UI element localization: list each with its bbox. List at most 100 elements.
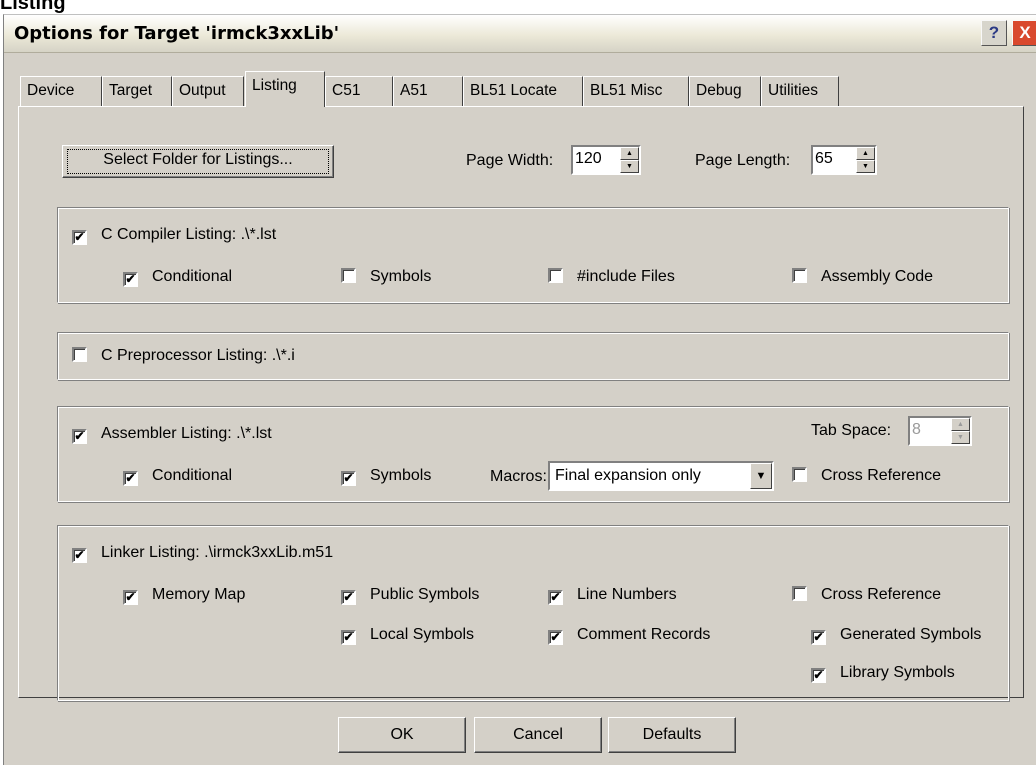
check-icon: ✔: [811, 630, 826, 645]
tab-device[interactable]: Device: [20, 76, 102, 106]
listing-panel: Select Folder for Listings... Page Width…: [18, 106, 1024, 701]
unchecked-box: [341, 268, 356, 283]
page-width-down-arrow-icon[interactable]: ▼: [620, 160, 639, 173]
cancel-button[interactable]: Cancel: [474, 717, 602, 753]
lnk-library-symbols-checkbox[interactable]: ✔ Library Symbols: [811, 664, 955, 683]
c-preprocessor-group: C Preprocessor Listing: .\*.i: [57, 332, 1009, 380]
lnk-memory-map-checkbox[interactable]: ✔ Memory Map: [123, 586, 245, 605]
page-width-value: 120: [575, 150, 602, 167]
linker-listing-label: Linker Listing: .\irmck3xxLib.m51: [101, 544, 334, 561]
asm-cross-reference-label: Cross Reference: [821, 467, 942, 484]
title-bar: Options for Target 'irmck3xxLib' ? X: [4, 15, 1036, 53]
page-length-up-arrow-icon[interactable]: ▲: [856, 147, 875, 160]
check-icon: ✔: [341, 471, 356, 486]
tab-space-up-arrow-icon[interactable]: ▲: [951, 418, 970, 431]
lnk-local-symbols-checkbox[interactable]: ✔ Local Symbols: [341, 626, 474, 645]
window-title: Options for Target 'irmck3xxLib': [14, 23, 340, 44]
unchecked-box: [792, 467, 807, 482]
defaults-button[interactable]: Defaults: [608, 717, 736, 753]
assembler-listing-checkbox[interactable]: ✔ Assembler Listing: .\*.lst: [72, 425, 272, 444]
lnk-line-numbers-checkbox[interactable]: ✔ Line Numbers: [548, 586, 677, 605]
close-button[interactable]: X: [1012, 20, 1036, 46]
dropdown-arrow-icon[interactable]: ▼: [750, 463, 772, 489]
check-icon: ✔: [811, 668, 826, 683]
cc-include-files-checkbox[interactable]: #include Files: [548, 268, 675, 286]
cc-conditional-checkbox[interactable]: ✔ Conditional: [123, 268, 232, 287]
assembler-group: ✔ Assembler Listing: .\*.lst Tab Space: 8…: [57, 406, 1009, 502]
lnk-comment-records-checkbox[interactable]: ✔ Comment Records: [548, 626, 710, 645]
tab-utilities[interactable]: Utilities: [761, 76, 839, 106]
page-length-label: Page Length:: [695, 152, 791, 169]
tab-space-label: Tab Space:: [811, 422, 892, 439]
select-folder-label: Select Folder for Listings...: [67, 149, 329, 174]
tab-space-spinner[interactable]: 8 ▲ ▼: [908, 416, 972, 446]
tab-c51[interactable]: C51: [325, 76, 393, 106]
tab-bl51-locate[interactable]: BL51 Locate: [463, 76, 583, 106]
lnk-generated-symbols-checkbox[interactable]: ✔ Generated Symbols: [811, 626, 981, 645]
help-button[interactable]: ?: [981, 20, 1007, 46]
ok-button[interactable]: OK: [338, 717, 466, 753]
c-compiler-listing-checkbox[interactable]: ✔ C Compiler Listing: .\*.lst: [72, 226, 276, 245]
cc-include-files-label: #include Files: [577, 268, 675, 285]
asm-symbols-checkbox[interactable]: ✔ Symbols: [341, 467, 431, 486]
check-icon: ✔: [72, 429, 87, 444]
page-heading: Listing: [0, 0, 66, 14]
tab-target[interactable]: Target: [102, 76, 172, 106]
tab-debug[interactable]: Debug: [689, 76, 761, 106]
lnk-cross-reference-checkbox[interactable]: Cross Reference: [792, 586, 941, 604]
check-icon: ✔: [123, 272, 138, 287]
tab-a51[interactable]: A51: [393, 76, 463, 106]
asm-conditional-checkbox[interactable]: ✔ Conditional: [123, 467, 232, 486]
options-dialog: Options for Target 'irmck3xxLib' ? X Dev…: [3, 14, 1036, 765]
lnk-public-symbols-checkbox[interactable]: ✔ Public Symbols: [341, 586, 479, 605]
unchecked-box: [792, 586, 807, 601]
check-icon: ✔: [72, 548, 87, 563]
tab-output[interactable]: Output: [172, 76, 244, 106]
cc-symbols-checkbox[interactable]: Symbols: [341, 268, 431, 286]
lnk-line-numbers-label: Line Numbers: [577, 586, 677, 603]
unchecked-box: [792, 268, 807, 283]
cc-conditional-label: Conditional: [152, 268, 233, 285]
lnk-comment-records-label: Comment Records: [577, 626, 711, 643]
unchecked-box: [72, 347, 87, 362]
page-width-label: Page Width:: [466, 152, 554, 169]
macros-value: Final expansion only: [555, 467, 701, 484]
lnk-cross-reference-label: Cross Reference: [821, 586, 942, 603]
tab-space-down-arrow-icon[interactable]: ▼: [951, 431, 970, 444]
c-compiler-listing-label: C Compiler Listing: .\*.lst: [101, 226, 277, 243]
c-compiler-group: ✔ C Compiler Listing: .\*.lst ✔ Conditiona…: [57, 207, 1009, 303]
asm-cross-reference-checkbox[interactable]: Cross Reference: [792, 467, 941, 485]
c-preprocessor-listing-checkbox[interactable]: C Preprocessor Listing: .\*.i: [72, 347, 295, 365]
page-length-value: 65: [815, 150, 833, 167]
page-width-spinner[interactable]: 120 ▲ ▼: [571, 145, 641, 175]
lnk-library-symbols-label: Library Symbols: [840, 664, 955, 681]
macros-label: Macros:: [490, 468, 547, 485]
tab-bl51-misc[interactable]: BL51 Misc: [583, 76, 689, 106]
linker-listing-checkbox[interactable]: ✔ Linker Listing: .\irmck3xxLib.m51: [72, 544, 333, 563]
check-icon: ✔: [548, 590, 563, 605]
check-icon: ✔: [72, 230, 87, 245]
linker-group: ✔ Linker Listing: .\irmck3xxLib.m51 ✔ Memo…: [57, 525, 1009, 701]
check-icon: ✔: [341, 630, 356, 645]
lnk-memory-map-label: Memory Map: [152, 586, 246, 603]
page-width-up-arrow-icon[interactable]: ▲: [620, 147, 639, 160]
page-length-down-arrow-icon[interactable]: ▼: [856, 160, 875, 173]
lnk-local-symbols-label: Local Symbols: [370, 626, 475, 643]
select-folder-button[interactable]: Select Folder for Listings...: [62, 145, 334, 178]
cc-assembly-code-label: Assembly Code: [821, 268, 934, 285]
cc-assembly-code-checkbox[interactable]: Assembly Code: [792, 268, 933, 286]
check-icon: ✔: [123, 471, 138, 486]
macros-select[interactable]: Final expansion only ▼: [548, 461, 774, 491]
check-icon: ✔: [341, 590, 356, 605]
lnk-public-symbols-label: Public Symbols: [370, 586, 480, 603]
tab-listing[interactable]: Listing: [245, 71, 325, 107]
asm-conditional-label: Conditional: [152, 467, 233, 484]
lnk-generated-symbols-label: Generated Symbols: [840, 626, 982, 643]
cc-symbols-label: Symbols: [370, 268, 432, 285]
page-length-spinner[interactable]: 65 ▲ ▼: [811, 145, 877, 175]
check-icon: ✔: [548, 630, 563, 645]
c-preprocessor-listing-label: C Preprocessor Listing: .\*.i: [101, 347, 295, 364]
tab-space-value: 8: [912, 421, 921, 438]
check-icon: ✔: [123, 590, 138, 605]
asm-symbols-label: Symbols: [370, 467, 432, 484]
